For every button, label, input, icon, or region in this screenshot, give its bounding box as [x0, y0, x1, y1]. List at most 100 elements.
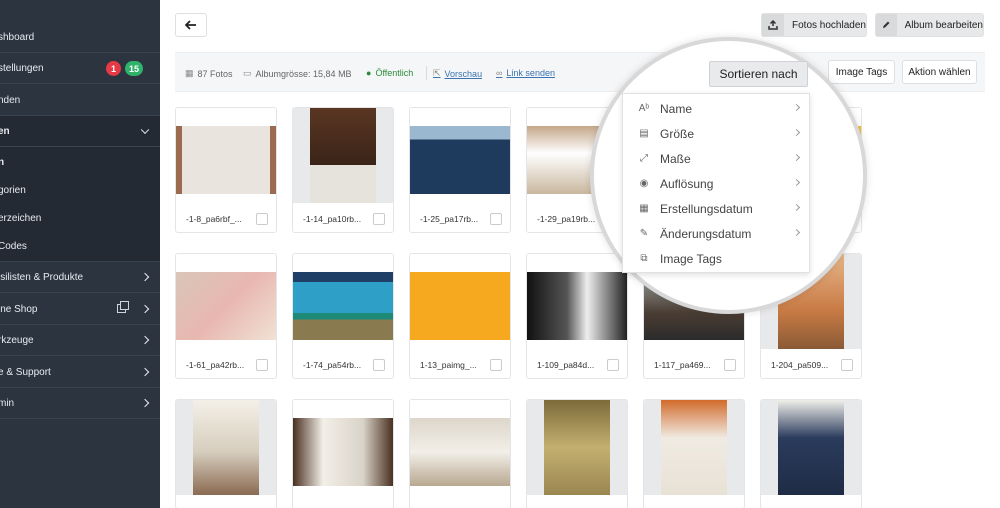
chevron-right-icon: [792, 128, 801, 137]
action-select-button[interactable]: Aktion wählen: [902, 60, 977, 84]
sidebar-item-label: e & Support: [0, 366, 51, 378]
chevron-right-icon: [140, 398, 150, 408]
photo-card[interactable]: [526, 399, 628, 508]
eye-icon: ◉: [639, 178, 649, 189]
photo-card[interactable]: -1-74_pa54rb...: [292, 253, 394, 379]
sidebar-item-label: stellungen: [0, 62, 44, 74]
send-link-text: Link senden: [506, 68, 555, 78]
sort-menu-item[interactable]: Aᵇ Name: [623, 96, 811, 121]
photo-thumbnail[interactable]: [644, 400, 744, 495]
notification-badge-green: 15: [125, 61, 144, 76]
chevron-right-icon: [140, 304, 150, 314]
photo-image: [176, 126, 276, 194]
chevron-right-icon: [140, 367, 150, 377]
album-size-text: Albumgrösse: 15,84 MB: [255, 68, 352, 79]
photo-card[interactable]: [760, 399, 862, 508]
photo-select-checkbox[interactable]: [607, 359, 619, 371]
sort-menu-item[interactable]: ▦ Erstellungsdatum: [623, 196, 811, 221]
photo-select-checkbox[interactable]: [490, 213, 502, 225]
sort-menu-item-label: Image Tags: [660, 251, 722, 266]
sort-menu-item[interactable]: ▤ Größe: [623, 121, 811, 146]
sidebar-item-bestellungen[interactable]: stellungen 1 15: [0, 53, 160, 84]
sidebar-subitem-alben[interactable]: n: [0, 147, 160, 178]
photo-thumbnail[interactable]: [410, 254, 510, 349]
sort-menu-item-label: Maße: [660, 151, 691, 166]
pencil-icon: [876, 14, 897, 36]
sort-menu-item[interactable]: ◉ Auflösung: [623, 171, 811, 196]
photo-select-checkbox[interactable]: [256, 359, 268, 371]
photo-thumbnail[interactable]: [527, 400, 627, 495]
sidebar-item-werkzeuge[interactable]: rkzeuge: [0, 325, 160, 356]
photo-select-checkbox[interactable]: [724, 359, 736, 371]
sort-menu-item[interactable]: ✎ Änderungsdatum: [623, 221, 811, 246]
image-tags-button[interactable]: Image Tags: [828, 60, 895, 84]
sidebar-item-online-shop[interactable]: ine Shop: [0, 294, 160, 325]
chevron-right-icon: [140, 335, 150, 345]
photo-select-checkbox[interactable]: [373, 213, 385, 225]
photo-card[interactable]: -1-8_pa6rbf_...: [175, 107, 277, 233]
sidebar-item-kunden[interactable]: nden: [0, 85, 160, 116]
photo-filename: 1-13_paimg_...: [420, 360, 477, 370]
photo-card[interactable]: 1-109_pa84d...: [526, 253, 628, 379]
edit-album-label: Album bearbeiten: [904, 19, 983, 31]
image-stack-icon: ▦: [185, 68, 194, 78]
sort-by-label: Sortieren nach: [719, 67, 798, 81]
photo-image: [527, 272, 627, 340]
visibility-status[interactable]: ● Öffentlich: [366, 68, 413, 78]
photo-select-checkbox[interactable]: [841, 359, 853, 371]
chevron-right-icon: [792, 153, 801, 162]
photo-thumbnail[interactable]: [293, 400, 393, 495]
photo-thumbnail[interactable]: [410, 400, 510, 495]
sidebar-item-label: min: [0, 397, 15, 409]
photo-thumbnail[interactable]: [293, 254, 393, 349]
photo-card[interactable]: 1-13_paimg_...: [409, 253, 511, 379]
sort-menu-item-label: Erstellungsdatum: [660, 201, 753, 216]
photo-thumbnail[interactable]: [176, 400, 276, 495]
sidebar-subitem-wasserzeichen[interactable]: erzeichen: [0, 203, 160, 234]
sidebar-item-label: gorien: [0, 184, 26, 196]
photo-thumbnail[interactable]: [176, 108, 276, 203]
back-button[interactable]: [175, 13, 207, 37]
photo-filename: 1-117_pa469...: [654, 360, 711, 370]
photo-card[interactable]: [643, 399, 745, 508]
photo-card[interactable]: -1-14_pa10rb...: [292, 107, 394, 233]
sort-menu-item[interactable]: ⧉ Image Tags: [623, 246, 811, 271]
preview-link[interactable]: ⇱ Vorschau: [433, 68, 482, 79]
sidebar-item-label: ine Shop: [0, 303, 38, 315]
photo-thumbnail[interactable]: [410, 108, 510, 203]
photo-card[interactable]: [292, 399, 394, 508]
photo-card[interactable]: -1-25_pa17rb...: [409, 107, 511, 233]
sidebar-subitem-qr-codes[interactable]: Codes: [0, 231, 160, 262]
sidebar-item-admin[interactable]: min: [0, 388, 160, 419]
photo-card[interactable]: [175, 399, 277, 508]
photo-thumbnail[interactable]: [527, 254, 627, 349]
chevron-down-icon: [140, 125, 150, 135]
sidebar-item-preislisten[interactable]: isilisten & Produkte: [0, 262, 160, 293]
sidebar-item-alben[interactable]: en: [0, 116, 160, 147]
tags-icon: ⧉: [640, 253, 648, 264]
sidebar-item-hilfe-support[interactable]: e & Support: [0, 357, 160, 388]
send-link[interactable]: ∞ Link senden: [496, 68, 555, 78]
photo-count-text: 87 Fotos: [197, 68, 233, 79]
upload-photos-button[interactable]: Fotos hochladen: [761, 13, 867, 37]
photo-thumbnail[interactable]: [761, 400, 861, 495]
photo-select-checkbox[interactable]: [490, 359, 502, 371]
sort-menu-item[interactable]: ⤢ Maße: [623, 146, 811, 171]
database-icon: ▤: [639, 128, 649, 139]
photo-select-checkbox[interactable]: [256, 213, 268, 225]
sidebar-item-dashboard[interactable]: shboard: [0, 22, 160, 53]
sort-by-button[interactable]: Sortieren nach: [709, 61, 808, 87]
sidebar-subitem-kategorien[interactable]: gorien: [0, 175, 160, 206]
edit-album-button[interactable]: Album bearbeiten: [875, 13, 984, 37]
photo-thumbnail[interactable]: [176, 254, 276, 349]
photo-filename: -1-14_pa10rb...: [303, 214, 362, 224]
photo-card[interactable]: [409, 399, 511, 508]
preview-link-text: Vorschau: [444, 68, 483, 79]
photo-image: [193, 400, 259, 495]
photo-thumbnail[interactable]: [293, 108, 393, 203]
external-link-icon[interactable]: [117, 301, 129, 313]
photo-card[interactable]: -1-61_pa42rb...: [175, 253, 277, 379]
divider: [426, 66, 427, 80]
photo-select-checkbox[interactable]: [373, 359, 385, 371]
photo-image: [410, 272, 510, 340]
